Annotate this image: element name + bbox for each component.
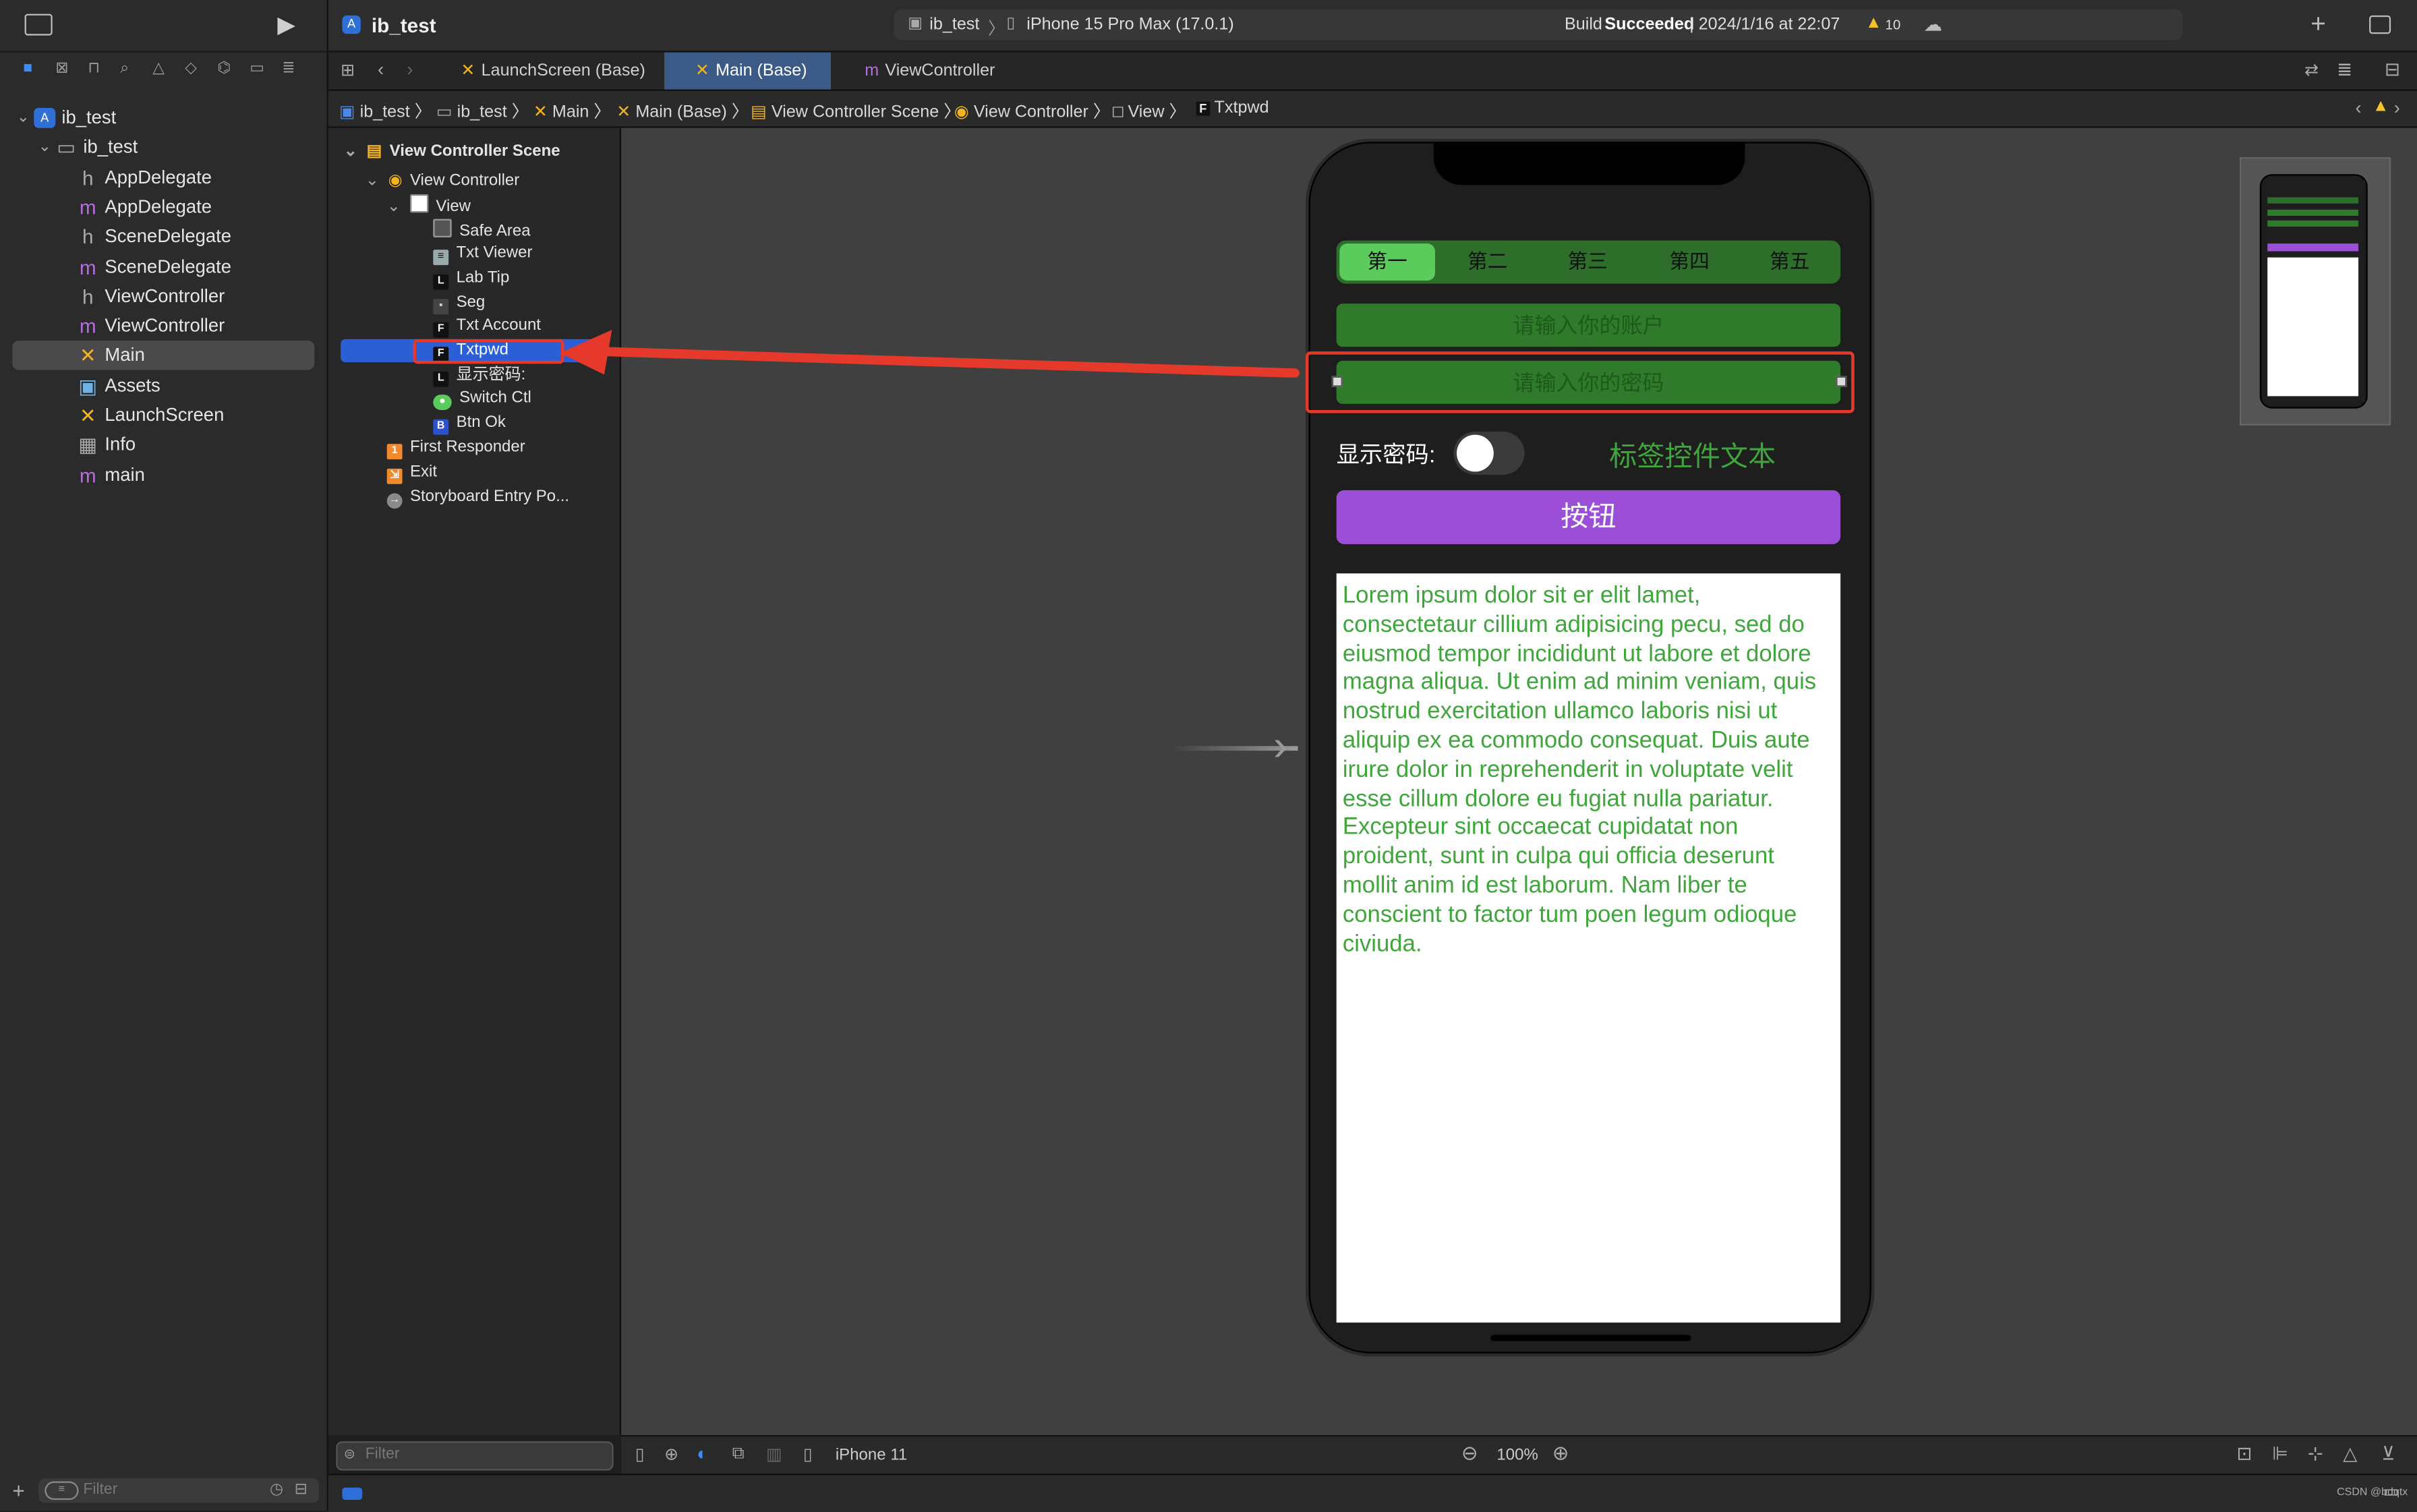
panel-icon[interactable]: ▭ (2383, 1482, 2399, 1501)
accessibility-icon[interactable]: ⊕ (664, 1445, 678, 1464)
add-constraints-icon[interactable]: ⊹ (2308, 1443, 2323, 1464)
update-frames-icon[interactable]: ⊡ (2237, 1443, 2252, 1464)
minimap-field (2267, 209, 2359, 216)
debug-status-bar: CSDN @bdqtx ▭ (328, 1474, 2417, 1512)
minimap-phone (2259, 174, 2368, 409)
zoom-in-icon[interactable]: ⊕ (1552, 1441, 1569, 1466)
canvas-minimap[interactable] (2240, 157, 2391, 426)
minimap-button (2267, 243, 2359, 252)
zoom-level: 100% (1496, 1445, 1538, 1465)
minimap-textview (2267, 257, 2359, 397)
outline-toggle-icon[interactable]: ▯ (635, 1445, 645, 1464)
resolve-icon[interactable]: △ (2343, 1443, 2357, 1464)
minimap-field (2267, 220, 2359, 227)
debug-area-icon[interactable] (342, 1487, 363, 1500)
align-icon[interactable]: ⊫ (2272, 1443, 2288, 1464)
canvas-bottom-bar: ▯ ⊕ ◐ ⧉ ▥ ▯ iPhone 11 ⊖ 100% ⊕ ⊡ ⊫ ⊹ △ ⊻ (621, 1434, 2417, 1474)
appearance-icon[interactable]: ◐ (697, 1443, 708, 1464)
orientation-icon[interactable]: ⧉ (732, 1445, 745, 1465)
minimap-seg (2267, 197, 2359, 204)
device-icon: ▯ (803, 1445, 813, 1465)
annotation-arrow (559, 330, 1300, 378)
embed-icon[interactable]: ⊻ (2381, 1443, 2395, 1464)
device-config[interactable]: iPhone 11 (836, 1446, 907, 1464)
layout-icon[interactable]: ▥ (766, 1445, 782, 1464)
zoom-out-icon[interactable]: ⊖ (1461, 1441, 1478, 1466)
